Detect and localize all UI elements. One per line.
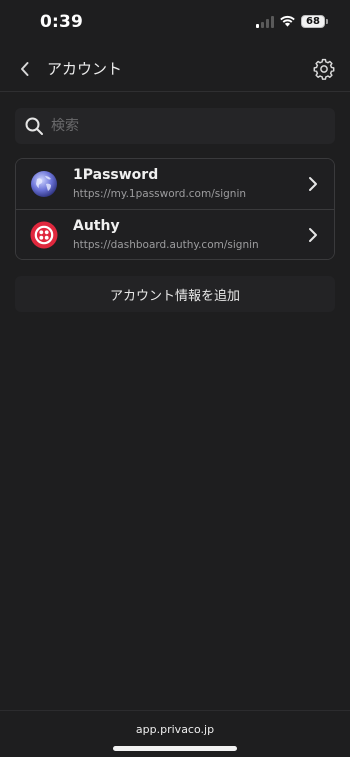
page-title: アカウント	[47, 60, 123, 78]
account-url: https://my.1password.com/signin	[73, 188, 247, 200]
account-item-authy[interactable]: Authy https://dashboard.authy.com/signin	[16, 209, 334, 259]
browser-bottom-bar: app.privaco.jp	[0, 710, 350, 757]
domain-label[interactable]: app.privaco.jp	[0, 723, 350, 736]
account-name: Authy	[73, 218, 120, 234]
account-item-1password[interactable]: 1Password https://my.1password.com/signi…	[16, 159, 334, 209]
account-url: https://dashboard.authy.com/signin	[73, 239, 259, 251]
account-list: 1Password https://my.1password.com/signi…	[15, 158, 335, 260]
search-icon	[25, 117, 43, 135]
search-box	[15, 108, 335, 144]
chevron-left-icon	[21, 62, 29, 76]
wifi-icon	[280, 15, 295, 27]
home-indicator[interactable]	[113, 746, 237, 751]
account-name: 1Password	[73, 167, 159, 183]
status-bar: 0:39 68	[0, 0, 350, 46]
authy-logo-icon	[30, 221, 58, 249]
chevron-right-icon	[309, 177, 317, 191]
cellular-signal-icon	[256, 16, 274, 28]
back-button[interactable]	[12, 56, 38, 82]
chevron-right-icon	[309, 228, 317, 242]
globe-icon	[31, 171, 57, 197]
battery-level: 68	[306, 15, 320, 27]
battery-icon: 68	[301, 15, 325, 28]
app-screen: 0:39 68 アカウント 検索 1Password https://my.1p…	[0, 0, 350, 757]
search-input[interactable]	[51, 108, 321, 144]
status-time: 0:39	[40, 12, 84, 32]
add-account-button[interactable]: アカウント情報を追加	[15, 276, 335, 312]
settings-button[interactable]	[310, 55, 338, 83]
battery-cap	[326, 19, 328, 24]
gear-icon	[313, 58, 335, 80]
nav-bar: アカウント	[0, 46, 350, 92]
